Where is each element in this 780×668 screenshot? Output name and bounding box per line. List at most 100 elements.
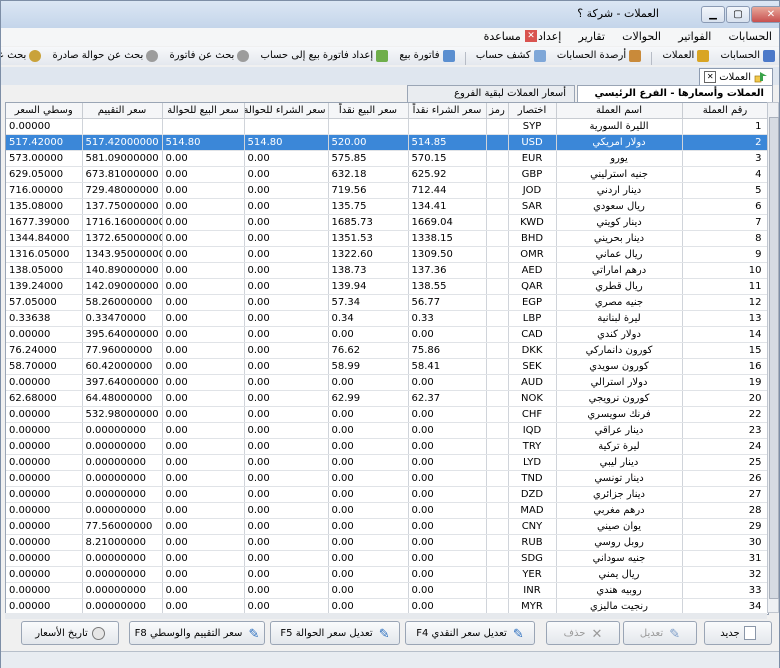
close-button[interactable]: ✕ [751, 6, 780, 23]
table-row[interactable]: 27 دينار جزائري DZD 0.00 0.00 0.00 0.00 0.00000… [6, 486, 768, 503]
table-cell: 0.00 [244, 326, 329, 343]
column-header[interactable]: رمز [486, 103, 509, 119]
column-header[interactable]: رقم العملة [682, 103, 768, 119]
table-cell: 0.00 [162, 358, 245, 375]
table-cell: 0.00 [162, 246, 245, 263]
column-header[interactable]: سعر البيع نقداً [328, 103, 409, 119]
table-row[interactable]: 2 دولار امريكي USD 514.85 520.00 514.80 514.80… [6, 134, 768, 151]
close-document-icon[interactable]: ✕ [525, 30, 537, 42]
tab-main-branch[interactable]: العملات وأسعارها - الفرع الرئيسي [577, 85, 773, 103]
table-cell: 514.85 [408, 134, 487, 151]
menu-help[interactable]: مساعدة [477, 28, 528, 46]
toolbar-find-incoming-transfer-button[interactable]: بحث عن حوالة واردة [1, 47, 45, 65]
column-header[interactable]: سعر الشراء نقداً [408, 103, 487, 119]
column-header[interactable]: اسم العملة [556, 103, 683, 119]
table-row[interactable]: 6 ريال سعودي SAR 134.41 135.75 0.00 0.00 137.75… [6, 198, 768, 215]
close-tab-icon[interactable]: ✕ [704, 71, 717, 83]
column-header[interactable]: سعر الشراء للحوالة [244, 103, 329, 119]
toolbar-currencies-button[interactable]: العملات [659, 47, 714, 65]
scroll-thumb[interactable] [769, 117, 779, 599]
table-cell: 0.00 [162, 150, 245, 167]
table-row[interactable]: 26 دينار تونسي TND 0.00 0.00 0.00 0.00 0.000000… [6, 470, 768, 487]
table-cell: 9 [682, 246, 768, 263]
table-cell: 0.00 [162, 454, 245, 471]
menu-transfers[interactable]: الحوالات [615, 28, 668, 46]
column-header[interactable]: سعر البيع للحوالة [162, 103, 245, 119]
table-cell: 62.37 [408, 390, 487, 407]
currencies-grid[interactable]: رقم العملة اسم العملة اختصار رمز سعر الشراء … [5, 102, 769, 615]
table-cell: 0.00 [244, 262, 329, 279]
table-cell: 0.00 [244, 310, 329, 327]
table-row[interactable]: 24 ليرة تركية TRY 0.00 0.00 0.00 0.00 0.0000000… [6, 438, 768, 455]
toolbar-prepare-invoice-button[interactable]: إعداد فاتورة بيع إلى حساب [257, 47, 393, 65]
vertical-scrollbar[interactable] [767, 102, 779, 613]
table-row[interactable]: 29 يوان صيني CNY 0.00 0.00 0.00 0.00 77.5600000… [6, 518, 768, 535]
table-row[interactable]: 14 دولار كندي CAD 0.00 0.00 0.00 0.00 395.64000… [6, 326, 768, 343]
table-cell: 0.00 [162, 518, 245, 535]
column-header[interactable]: اختصار [508, 103, 557, 119]
table-row[interactable]: 19 دولار استرالي AUD 0.00 0.00 0.00 0.00 397.64… [6, 374, 768, 391]
table-cell: 137.36 [408, 262, 487, 279]
tab-other-branches[interactable]: أسعار العملات لبقية الفروع [407, 85, 575, 103]
table-row[interactable]: 31 جنيه سوداني SDG 0.00 0.00 0.00 0.00 0.000000… [6, 550, 768, 567]
minimize-button[interactable]: ▁ [701, 6, 725, 23]
table-row[interactable]: 3 يورو EUR 570.15 575.85 0.00 0.00 581.09000000… [6, 150, 768, 167]
table-cell: 77.56000000 [82, 518, 163, 535]
table-row[interactable]: 20 كورون نرويجي NOK 62.37 62.99 0.00 0.00 64.48… [6, 390, 768, 407]
toolbar-accounts-button[interactable]: الحسابات [717, 47, 780, 65]
table-row[interactable]: 8 دينار بحريني BHD 1338.15 1351.53 0.00 0.00 13… [6, 230, 768, 247]
table-row[interactable]: 22 فرنك سويسري CHF 0.00 0.00 0.00 0.00 532.9800… [6, 406, 768, 423]
table-cell: 0.00 [162, 182, 245, 199]
column-header[interactable]: سعر التقييم [82, 103, 163, 119]
table-cell: 0.00 [408, 406, 487, 423]
table-row[interactable]: 23 دينار عراقي IQD 0.00 0.00 0.00 0.00 0.000000… [6, 422, 768, 439]
price-history-button[interactable]: تاريخ الأسعار [21, 621, 119, 645]
table-row[interactable]: 12 جنيه مصري EGP 56.77 57.34 0.00 0.00 58.26000… [6, 294, 768, 311]
table-cell: 0.00 [328, 422, 409, 439]
table-row[interactable]: 7 دينار كويتي KWD 1669.04 1685.73 0.00 0.00 171… [6, 214, 768, 231]
table-row[interactable]: 33 روبيه هندي INR 0.00 0.00 0.00 0.00 0.0000000… [6, 582, 768, 599]
table-cell [82, 118, 163, 135]
edit-cash-rate-button[interactable]: ✎ تعديل سعر النقدي F4 [405, 621, 535, 645]
table-row[interactable]: 1 الليرة السورية SYP 0.00000 [6, 118, 768, 135]
toolbar-sale-invoice-button[interactable]: فاتورة بيع [395, 47, 458, 65]
table-row[interactable]: 28 درهم مغربي MAD 0.00 0.00 0.00 0.00 0.0000000… [6, 502, 768, 519]
table-cell: 11 [682, 278, 768, 295]
column-header[interactable]: وسطي السعر [6, 103, 83, 119]
table-cell [486, 342, 509, 359]
new-document-icon [743, 626, 756, 640]
edit-button[interactable]: ✎ تعديل [623, 621, 697, 645]
table-cell: 0.00 [328, 550, 409, 567]
pencil-icon: ✎ [669, 626, 681, 642]
title-bar[interactable]: العملات - شركة ؟ ▁ ▢ ✕ [1, 1, 780, 28]
table-cell: 0.00000 [6, 518, 83, 535]
horizontal-scrollbar[interactable] [5, 613, 767, 619]
table-row[interactable]: 25 دينار ليبي LYD 0.00 0.00 0.00 0.00 0.0000000… [6, 454, 768, 471]
valuation-rate-button[interactable]: ✎ سعر التقييم والوسطي F8 [129, 621, 265, 645]
table-row[interactable]: 32 ريال يمني YER 0.00 0.00 0.00 0.00 0.00000000… [6, 566, 768, 583]
table-row[interactable]: 10 درهم اماراتي AED 137.36 138.73 0.00 0.00 140… [6, 262, 768, 279]
table-row[interactable]: 9 ريال عماني OMR 1309.50 1322.60 0.00 0.00 1343… [6, 246, 768, 263]
new-button[interactable]: جديد [704, 621, 772, 645]
menu-accounts[interactable]: الحسابات [722, 28, 779, 46]
table-row[interactable]: 4 جنيه استرليني GBP 625.92 632.18 0.00 0.00 673… [6, 166, 768, 183]
table-row[interactable]: 16 كورون سويدي SEK 58.41 58.99 0.00 0.00 60.420… [6, 358, 768, 375]
table-row[interactable]: 5 دينار اردني JOD 712.44 719.56 0.00 0.00 729.4… [6, 182, 768, 199]
delete-button[interactable]: ✕ حذف [546, 621, 620, 645]
document-tab-currencies[interactable]: العملات ✕ [699, 68, 773, 85]
table-row[interactable]: 11 ريال قطري QAR 138.55 139.94 0.00 0.00 142.09… [6, 278, 768, 295]
table-cell: ريال عماني [556, 246, 683, 263]
edit-transfer-rate-button[interactable]: ✎ تعديل سعر الحوالة F5 [270, 621, 400, 645]
table-row[interactable]: 15 كورون دانماركي DKK 75.86 76.62 0.00 0.00 77.… [6, 342, 768, 359]
table-row[interactable]: 13 ليرة لبنانية LBP 0.33 0.34 0.00 0.00 0.33470… [6, 310, 768, 327]
toolbar-statement-button[interactable]: كشف حساب [472, 47, 550, 65]
maximize-button[interactable]: ▢ [726, 6, 750, 23]
toolbar-find-invoice-button[interactable]: بحث عن فاتورة [166, 47, 254, 65]
toolbar-balances-button[interactable]: أرصدة الحسابات [553, 47, 645, 65]
table-row[interactable]: 30 روبل روسي RUB 0.00 0.00 0.00 0.00 8.21000000… [6, 534, 768, 551]
toolbar-find-outgoing-transfer-button[interactable]: بحث عن حوالة صادرة [49, 47, 163, 65]
menu-invoices[interactable]: الفواتير [671, 28, 718, 46]
table-cell: 0.00 [162, 166, 245, 183]
menu-reports[interactable]: تقارير [572, 28, 612, 46]
table-cell: 0.00000000 [82, 502, 163, 519]
